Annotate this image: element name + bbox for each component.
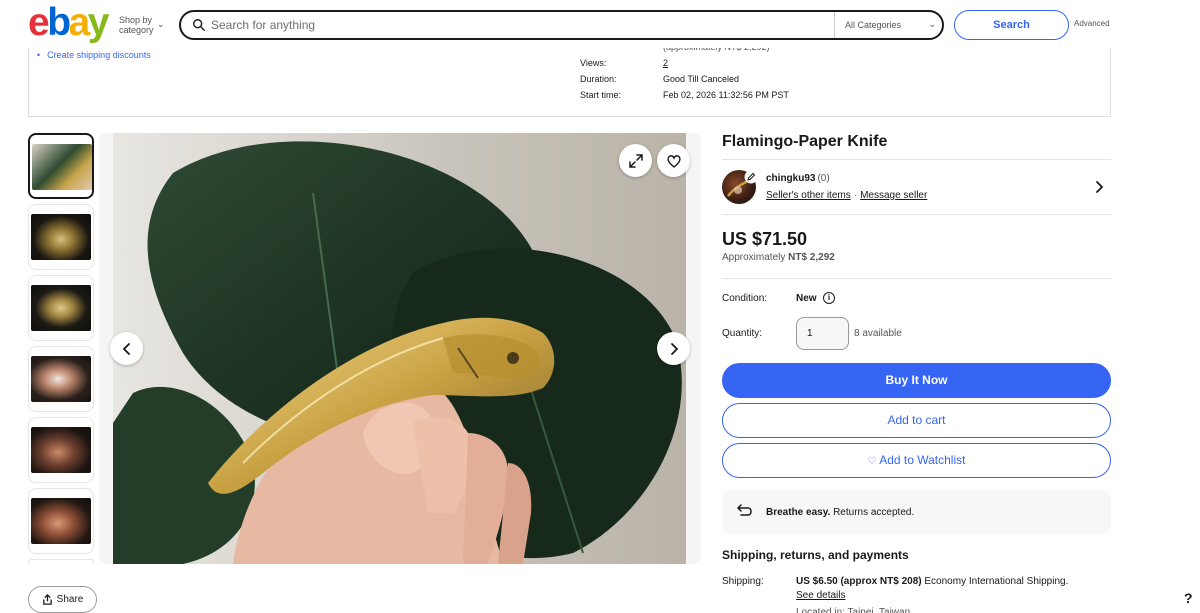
approx-prefix: Approximately [722, 252, 786, 263]
advanced-search-link[interactable]: Advanced [1074, 19, 1110, 28]
thumbnail-4[interactable] [28, 346, 94, 412]
condition-value: New [796, 293, 817, 304]
thumbnail-7-partial[interactable] [28, 559, 94, 565]
thumbnail-3[interactable] [28, 275, 94, 341]
chevron-left-icon [122, 342, 130, 355]
add-to-cart-button[interactable]: Add to cart [722, 403, 1111, 438]
thumbnail-image [31, 356, 91, 402]
divider [722, 214, 1111, 215]
create-shipping-discounts-link[interactable]: Create shipping discounts [37, 50, 151, 60]
logo-letter: y [87, 1, 110, 44]
returns-banner: Breathe easy. Returns accepted. [722, 490, 1111, 534]
duration-label: Duration: [580, 74, 617, 84]
divider [722, 159, 1111, 160]
shipping-price: US $6.50 (approx NT$ 208) [796, 576, 922, 587]
thumbnail-image [31, 285, 91, 331]
seller-other-items-link[interactable]: Seller's other items [766, 190, 851, 201]
views-label: Views: [580, 58, 607, 68]
shipping-value: US $6.50 (approx NT$ 208) Economy Intern… [796, 576, 1068, 587]
ebay-logo[interactable]: ebay [28, 1, 110, 44]
previous-image-button[interactable] [110, 332, 143, 365]
category-select[interactable]: All Categories ⌄ [834, 12, 944, 38]
buy-it-now-button[interactable]: Buy It Now [722, 363, 1111, 398]
chevron-down-icon: ⌄ [928, 19, 936, 29]
thumbnail-1[interactable] [28, 133, 94, 199]
chevron-right-icon[interactable] [1095, 180, 1105, 197]
item-price: US $71.50 [722, 229, 808, 249]
header: ebay Shop by category ⌄ All Categories ⌄… [0, 0, 1200, 48]
returns-text: Breathe easy. Returns accepted. [766, 507, 914, 518]
seller-name[interactable]: chingku93 (0) [766, 173, 830, 184]
expand-icon [628, 153, 643, 168]
quantity-input[interactable] [796, 317, 849, 350]
item-location: Located in: Taipei, Taiwan [796, 607, 911, 613]
approx-value: NT$ 2,292 [788, 252, 835, 263]
shop-by-category[interactable]: Shop by category ⌄ [119, 15, 165, 35]
shipping-label: Shipping: [722, 576, 764, 587]
shop-by-line2: category [119, 25, 154, 35]
approx-price: Approximately NT$ 2,292 [722, 252, 835, 263]
heart-icon [666, 154, 681, 168]
heart-icon: ♡ [867, 456, 877, 467]
shipping-heading: Shipping, returns, and payments [722, 548, 909, 562]
search-input[interactable] [211, 15, 811, 35]
condition-label: Condition: [722, 293, 768, 304]
thumbnail-image [31, 214, 91, 260]
shop-by-line1: Shop by [119, 15, 153, 25]
returns-accepted: Returns accepted. [833, 507, 915, 518]
main-image-container [99, 133, 701, 564]
quantity-available: 8 available [854, 328, 902, 339]
logo-letter: e [28, 1, 50, 44]
returns-bold: Breathe easy. [766, 507, 831, 518]
watch-heart-button[interactable] [657, 144, 690, 177]
duration-value: Good Till Canceled [663, 74, 740, 84]
separator-dot: · [853, 190, 858, 201]
fullscreen-button[interactable] [619, 144, 652, 177]
help-button[interactable]: ? [1184, 590, 1193, 606]
next-image-button[interactable] [657, 332, 690, 365]
thumbnail-6[interactable] [28, 488, 94, 554]
shipping-method: Economy International Shipping. [924, 576, 1069, 587]
seller-feedback-score: (0) [817, 173, 830, 184]
thumbnail-5[interactable] [28, 417, 94, 483]
main-product-image[interactable] [113, 133, 686, 564]
share-button[interactable]: Share [28, 586, 97, 613]
share-icon [42, 594, 52, 605]
start-time-label: Start time: [580, 90, 622, 100]
search-button[interactable]: Search [954, 10, 1069, 40]
product-photo [113, 141, 682, 564]
divider [722, 278, 1111, 279]
see-details-link[interactable]: See details [796, 590, 845, 601]
views-value[interactable]: 2 [663, 58, 668, 68]
seller-username[interactable]: chingku93 [766, 173, 815, 184]
thumbnail-2[interactable] [28, 204, 94, 270]
returns-icon [736, 504, 752, 522]
thumbnail-image [31, 427, 91, 473]
quantity-label: Quantity: [722, 328, 763, 339]
item-title: Flamingo-Paper Knife [722, 133, 888, 150]
start-time-value: Feb 02, 2026 11:32:56 PM PST [663, 90, 789, 100]
edit-pencil-icon[interactable] [744, 170, 758, 184]
add-to-watchlist-button[interactable]: ♡ Add to Watchlist [722, 443, 1111, 478]
share-label: Share [56, 594, 84, 605]
seller-links: Seller's other items · Message seller [766, 190, 927, 201]
thumbnail-image [31, 498, 91, 544]
chevron-down-icon: ⌄ [157, 19, 165, 29]
add-to-watchlist-label: Add to Watchlist [879, 453, 966, 467]
message-seller-link[interactable]: Message seller [860, 190, 927, 201]
chevron-right-icon [670, 342, 678, 355]
logo-letter: b [47, 1, 71, 44]
thumbnail-image [32, 144, 92, 190]
info-icon[interactable]: i [823, 292, 835, 304]
category-select-value: All Categories [845, 20, 902, 30]
logo-letter: a [68, 1, 91, 44]
search-bar: All Categories ⌄ [179, 10, 944, 40]
search-icon [193, 19, 205, 31]
